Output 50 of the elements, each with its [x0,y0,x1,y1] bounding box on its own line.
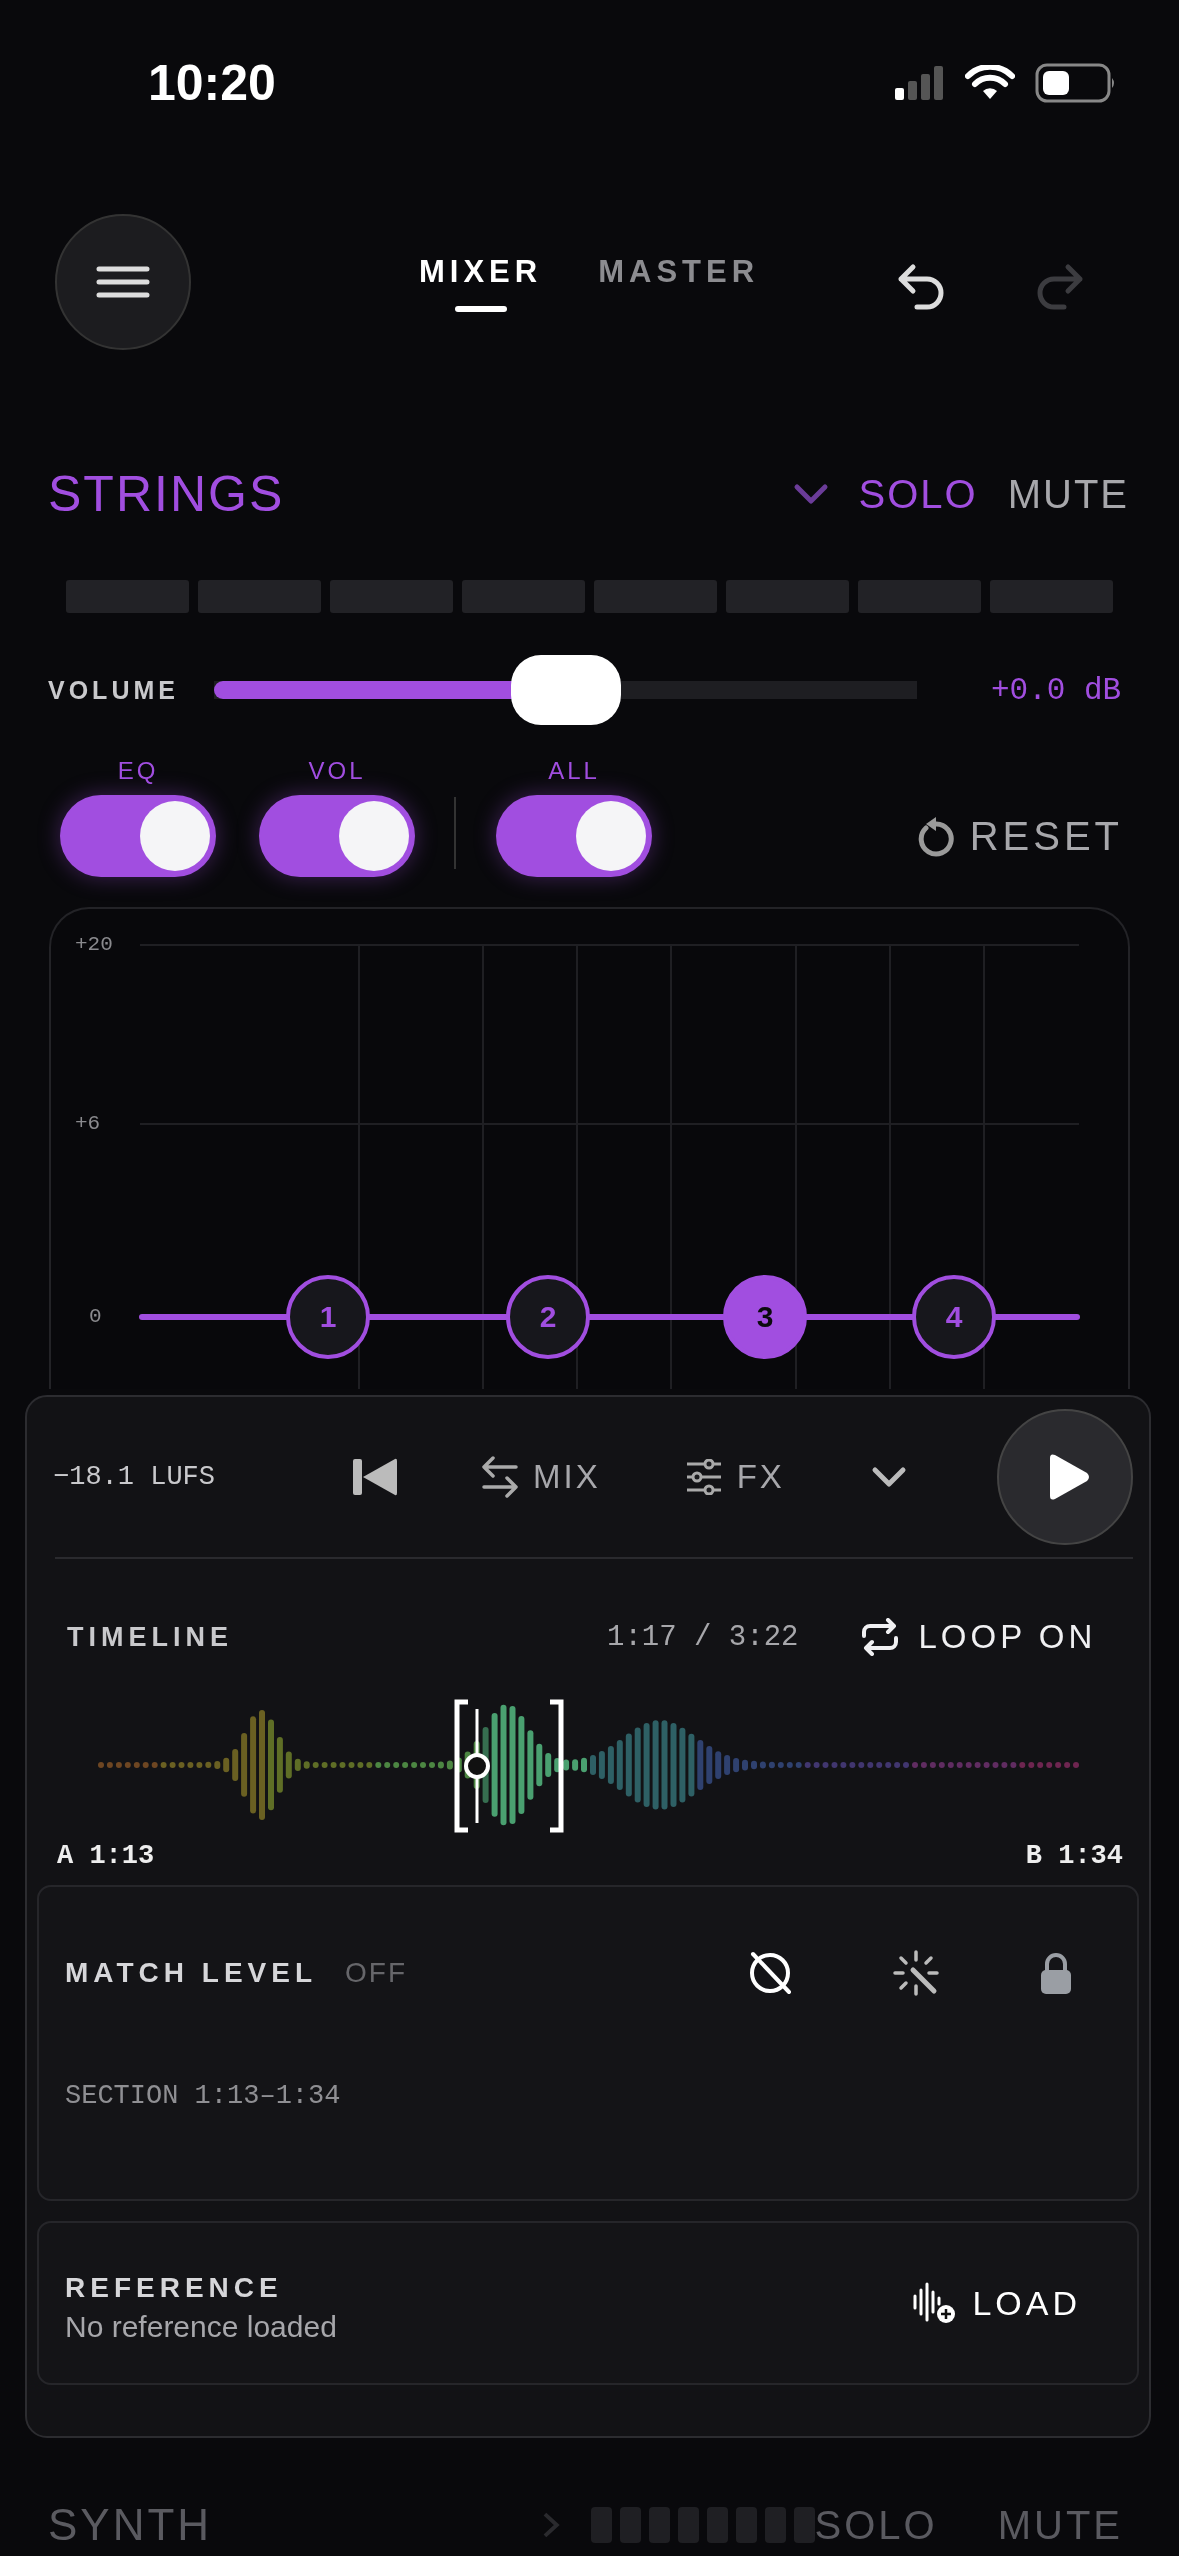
solo-button[interactable]: SOLO [858,471,978,517]
track-name: SYNTH [48,2500,214,2550]
toggle-switch[interactable] [60,795,216,877]
sliders-icon[interactable] [684,1459,723,1495]
wifi-icon [965,65,1015,101]
section-title: TIMELINE [67,1621,234,1653]
mute-button[interactable]: MUTE [1007,471,1129,517]
reference-status: No reference loaded [65,2310,337,2344]
lock-icon[interactable] [1039,1951,1073,1995]
axis-label: +20 [75,933,113,957]
toggle-switch[interactable] [496,795,652,877]
toggle-label: VOL [308,757,366,785]
magic-wand-icon[interactable] [893,1950,939,1996]
chevron-down-icon[interactable] [870,1466,907,1488]
axis-label: +6 [75,1112,101,1136]
tab[interactable]: MIXER [419,240,543,312]
signal-icon [895,66,945,100]
loop-start-marker: A 1:13 [57,1841,155,1871]
volume-reading: +0.0 dB [991,672,1122,708]
menu-icon[interactable] [96,265,150,299]
volume-slider-thumb[interactable] [510,655,621,725]
skip-back-button[interactable] [353,1457,397,1497]
loudness-reading: −18.1 LUFS [53,1462,217,1492]
load-button[interactable]: LOAD [912,2282,1081,2324]
eq-band-node[interactable]: 3 [723,1275,807,1359]
axis-label: 0 [89,1305,102,1329]
eq-band-node[interactable]: 1 [286,1275,370,1359]
fx-button[interactable]: FX [684,1458,785,1496]
loop-end-marker: B 1:34 [1025,1841,1123,1871]
volume-label: VOLUME [48,675,180,705]
toggle-label: EQ [117,757,159,785]
reset-button[interactable]: RESET [915,814,1123,859]
eq-band-node[interactable]: 4 [912,1275,996,1359]
section-title: MATCH LEVEL [65,1957,318,1989]
repeat-icon[interactable] [860,1618,901,1656]
battery-icon [1035,63,1117,103]
toggle-switch[interactable] [259,795,415,877]
playback-time: 1:17 / 3:22 [607,1620,799,1654]
tab[interactable]: MASTER [598,240,760,312]
status-time: 10:20 [148,54,276,112]
section-range: SECTION 1:13–1:34 [65,2081,342,2111]
section-title: REFERENCE [65,2272,284,2304]
mix-button[interactable]: MIX [481,1455,601,1499]
track-name: STRINGS [48,465,285,523]
loop-region-handle[interactable] [454,1699,564,1833]
match-level-state: OFF [345,1957,408,1989]
swap-arrows-icon[interactable] [481,1455,519,1499]
loop-button[interactable]: LOOP ON [860,1618,1097,1656]
eq-band-node[interactable]: 2 [506,1275,590,1359]
toggle-label: ALL [548,757,600,785]
